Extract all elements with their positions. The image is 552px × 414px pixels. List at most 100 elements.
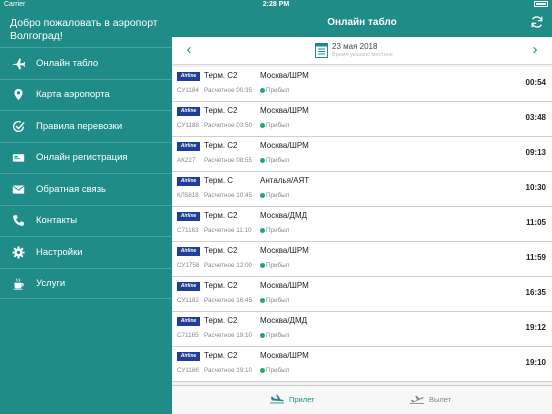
status-dot-icon [260, 193, 265, 198]
sidebar-item-airport-map[interactable]: Карта аэропорта [0, 78, 172, 111]
timezone-note: Время указано местное [332, 52, 393, 58]
clock: 2:28 PM [262, 1, 290, 8]
airline-logo: Airline [177, 282, 200, 291]
destination: Москва/ДМД [260, 211, 308, 220]
airline-logo: Airline [177, 352, 200, 361]
destination: Москва/ШРМ [260, 106, 309, 115]
flight-number: СУ1184 [177, 87, 199, 94]
destination: Анталья/АЯТ [260, 176, 310, 185]
scheduled-time: Расчетное 10:45 [204, 192, 253, 199]
map-pin-icon [0, 88, 36, 101]
flight-row[interactable]: Airline Терм. C2 Москва/ДМД С71163 Расче… [172, 207, 552, 242]
scheduled-time: Расчетное 12:00 [204, 262, 253, 269]
status-dot-icon [260, 88, 265, 93]
actual-time: 19:10 [525, 358, 546, 367]
flight-number: СУ1182 [177, 297, 199, 304]
terminal: Терм. C2 [204, 141, 238, 150]
flight-number: СУ1758 [177, 262, 200, 269]
sidebar-item-contacts[interactable]: Контакты [0, 204, 172, 237]
flight-row[interactable]: Airline Терм. C Анталья/АЯТ КЛ5818 Расче… [172, 172, 552, 207]
destination: Москва/ШРМ [260, 351, 309, 360]
tab-arrivals[interactable]: Прилет [270, 394, 315, 404]
flight-row[interactable]: Airline Терм. C2 Москва/ШРМ СУ1182 Расче… [172, 277, 552, 312]
scheduled-time: Расчетное 16:45 [204, 297, 253, 304]
flight-row[interactable]: Airline Терм. C2 Москва/ШРМ СУ1184 Расче… [172, 67, 552, 102]
gear-icon [0, 246, 36, 259]
flight-status: Прибыл [266, 227, 290, 234]
sidebar-item-online-board[interactable]: Онлайн табло [0, 47, 172, 79]
status-dot-icon [260, 228, 265, 233]
scheduled-time: Расчетное 03:50 [204, 122, 253, 129]
flight-status: Прибыл [266, 192, 290, 199]
airline-logo: Airline [177, 72, 200, 81]
flight-status: Прибыл [266, 332, 290, 339]
terminal: Терм. C2 [204, 106, 238, 115]
sidebar-item-feedback[interactable]: Обратная связь [0, 173, 172, 205]
sidebar-item-rules[interactable]: Правила перевозки [0, 110, 172, 142]
airline-logo: Airline [177, 317, 200, 326]
previous-day-button[interactable]: ‹ [182, 42, 196, 57]
airline-logo: Airline [177, 212, 200, 221]
battery-icon [534, 1, 548, 7]
flight-row[interactable]: Airline Терм. C2 Москва/ШРМ СУ1188 Расче… [172, 102, 552, 137]
tab-arrivals-label: Прилет [289, 394, 315, 404]
flight-number: СУ1188 [177, 122, 199, 129]
actual-time: 11:05 [525, 218, 546, 227]
airline-logo: Airline [177, 142, 200, 151]
actual-time: 11:59 [525, 253, 546, 262]
flight-row[interactable]: Airline Терм. C2 Москва/ШРМ АК227 Расчет… [172, 137, 552, 172]
sidebar-item-online-checkin[interactable]: Онлайн регистрация [0, 141, 172, 174]
flight-status: Прибыл [266, 262, 290, 269]
sidebar-item-services[interactable]: Услуги [0, 267, 172, 299]
flight-number: С71163 [177, 227, 199, 234]
next-day-button[interactable]: › [528, 42, 542, 57]
date-selector: ‹ 23 мая 2018 Время указано местное › [172, 37, 552, 65]
sidebar-item-label: Карта аэропорта [36, 89, 110, 101]
destination: Москва/ШРМ [260, 281, 309, 290]
main-panel: Онлайн табло ‹ 23 мая 2018 Время указано… [172, 0, 552, 414]
sidebar-item-label: Обратная связь [36, 183, 106, 195]
sidebar-item-label: Правила перевозки [36, 120, 123, 132]
sidebar-item-label: Настройки [36, 246, 83, 258]
scheduled-time: Расчетное 19:10 [204, 367, 253, 374]
flight-status: Прибыл [266, 87, 290, 94]
check-circle-icon [0, 120, 36, 133]
welcome-text: Добро пожаловать в аэропорт Волгоград! [10, 17, 158, 42]
scheduled-time: Расчетное 08:55 [204, 157, 253, 164]
plane-icon [0, 57, 36, 70]
terminal: Терм. C2 [204, 281, 238, 290]
calendar-icon[interactable] [315, 43, 328, 58]
ticket-icon [0, 151, 36, 164]
scheduled-time: Расчетное 00:35 [204, 87, 253, 94]
status-dot-icon [260, 123, 265, 128]
terminal: Терм. C2 [204, 211, 238, 220]
flight-number: СУ1186 [177, 367, 199, 374]
sidebar: Добро пожаловать в аэропорт Волгоград! О… [0, 0, 172, 414]
flight-list: Airline Терм. C2 Москва/ШРМ СУ1184 Расче… [172, 67, 552, 382]
actual-time: 09:13 [525, 148, 546, 157]
sidebar-item-label: Онлайн регистрация [36, 152, 128, 164]
status-bar: Carrier 2:28 PM [0, 0, 552, 10]
destination: Москва/ШРМ [260, 71, 309, 80]
selected-date: 23 мая 2018 [332, 42, 378, 51]
airline-logo: Airline [177, 247, 200, 256]
status-dot-icon [260, 298, 265, 303]
actual-time: 19:12 [525, 323, 546, 332]
flight-row[interactable]: Airline Терм. C2 Москва/ДМД С71165 Расче… [172, 312, 552, 347]
status-dot-icon [260, 158, 265, 163]
airline-logo: Airline [177, 107, 200, 116]
sidebar-item-settings[interactable]: Настройки [0, 236, 172, 268]
tab-departures[interactable]: Вылет [410, 394, 451, 404]
envelope-icon [0, 183, 36, 196]
flight-number: С71165 [177, 332, 199, 339]
flight-row[interactable]: Airline Терм. C2 Москва/ШРМ СУ1758 Расче… [172, 242, 552, 277]
scheduled-time: Расчетное 19:10 [204, 332, 253, 339]
status-dot-icon [260, 333, 265, 338]
destination: Москва/ШРМ [260, 246, 309, 255]
flight-row[interactable]: Airline Терм. C2 Москва/ШРМ СУ1186 Расче… [172, 347, 552, 382]
terminal: Терм. C2 [204, 246, 238, 255]
actual-time: 03:48 [525, 113, 546, 122]
refresh-icon[interactable] [530, 15, 544, 29]
actual-time: 00:54 [525, 78, 546, 87]
flight-number: КЛ5818 [177, 192, 199, 199]
